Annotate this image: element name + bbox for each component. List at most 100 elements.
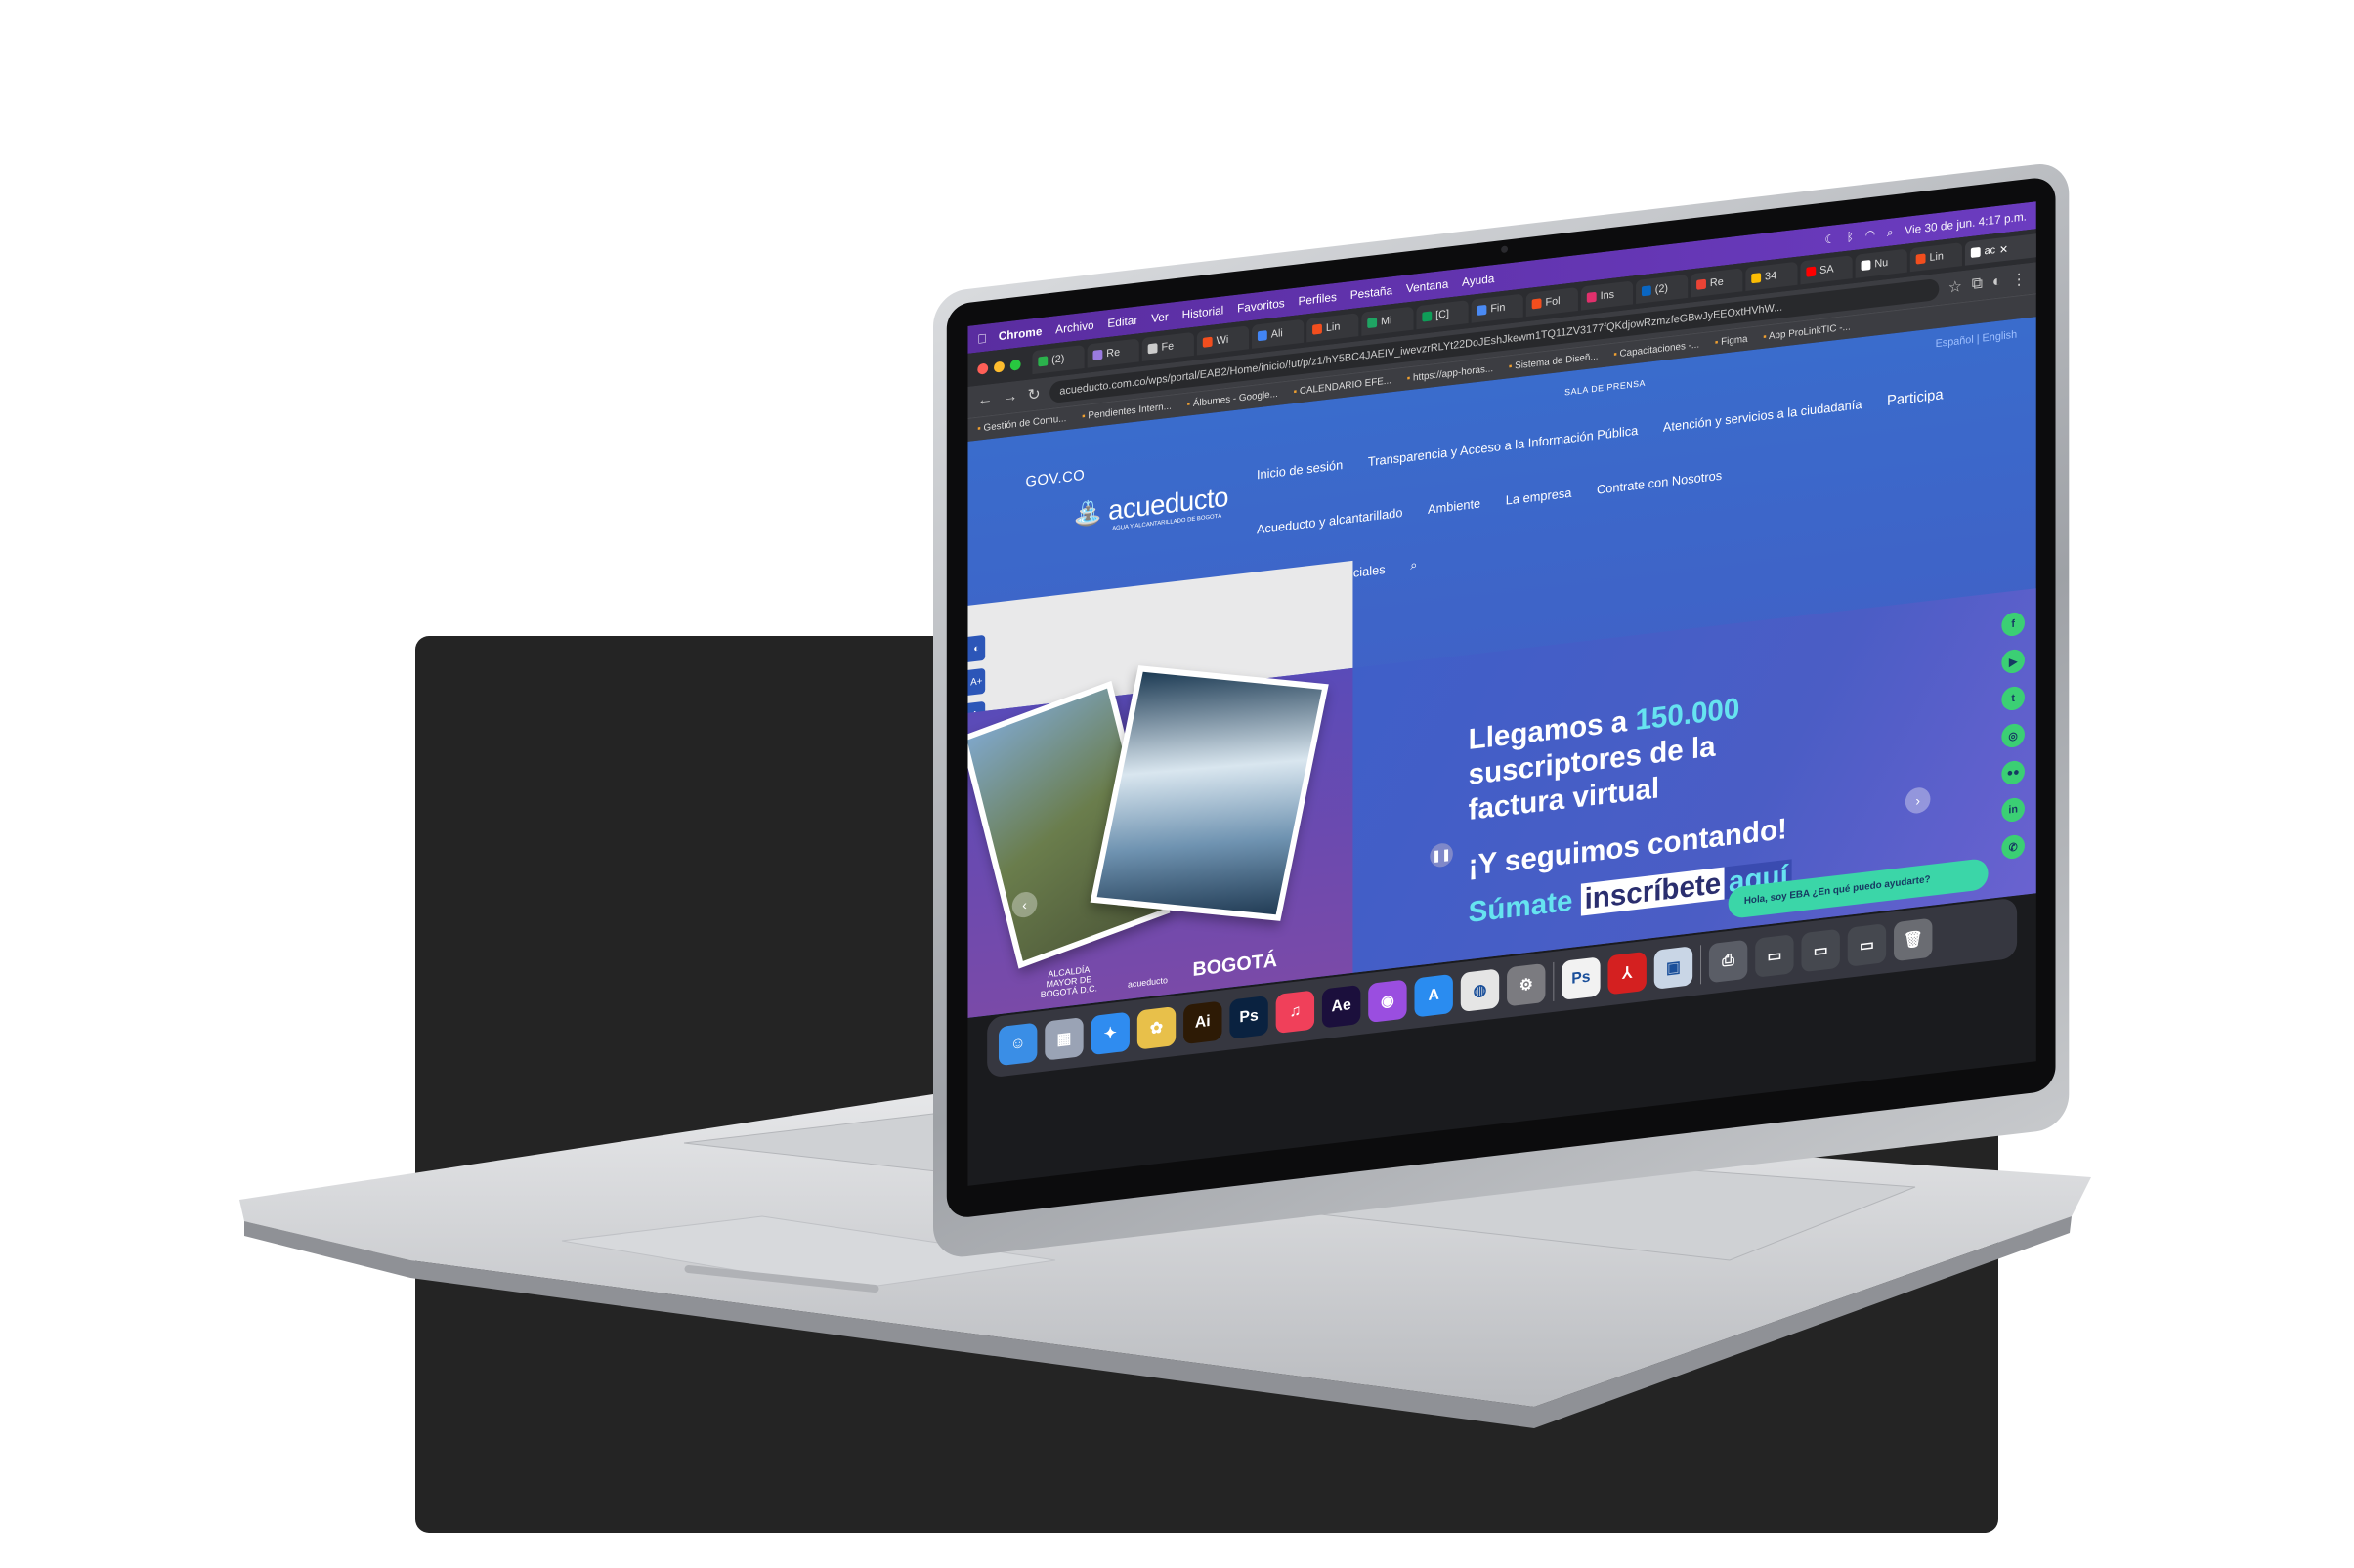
hero-highlight: 150.000 xyxy=(1635,692,1740,738)
tab[interactable]: SA xyxy=(1800,255,1853,285)
tab[interactable]: 34 xyxy=(1745,261,1798,291)
system-settings-icon[interactable]: ⚙ xyxy=(1507,962,1546,1007)
tab[interactable]: Wi xyxy=(1196,325,1250,356)
gov-co-logo[interactable]: GOV.CO xyxy=(1026,467,1086,490)
profile-avatar[interactable]: ◐ xyxy=(1992,273,2002,291)
acueducto-logo[interactable]: ⛲ acueducto AGUA Y ALCANTARILLADO DE BOG… xyxy=(1074,482,1228,532)
tab[interactable]: Re xyxy=(1691,268,1743,298)
tab-favicon-icon xyxy=(1861,259,1871,272)
podcasts-icon[interactable]: ◉ xyxy=(1368,979,1407,1024)
carousel-next-button[interactable]: › xyxy=(1905,785,1931,815)
menu-archivo[interactable]: Archivo xyxy=(1055,318,1093,337)
font-increase-icon[interactable]: A+ xyxy=(967,667,986,696)
tab[interactable]: [C] xyxy=(1416,300,1469,330)
close-window-button[interactable] xyxy=(977,361,989,375)
extensions-icon[interactable]: ⧉ xyxy=(1972,275,1983,294)
cta-inscribete: inscríbete xyxy=(1580,867,1726,916)
tab[interactable]: Lin xyxy=(1909,242,1962,273)
reload-icon[interactable]: ↻ xyxy=(1028,384,1041,405)
tab[interactable]: Re xyxy=(1087,338,1139,368)
social-links: f ▶ t ◎ ●● in ✆ xyxy=(2001,611,2025,861)
menu-editar[interactable]: Editar xyxy=(1107,314,1137,331)
tab-active[interactable]: ac ✕ xyxy=(1964,232,2036,266)
nav-contrate[interactable]: Contrate con Nosotros xyxy=(1597,468,1722,497)
tab[interactable]: Nu xyxy=(1855,248,1907,278)
menu-historial[interactable]: Historial xyxy=(1182,303,1224,321)
photoshop-icon[interactable]: Ps xyxy=(1229,995,1268,1039)
tab-favicon-icon xyxy=(1915,253,1926,265)
apple-icon[interactable]:  xyxy=(977,330,987,346)
search-icon[interactable]: ⌕ xyxy=(1410,557,1417,573)
preview-icon[interactable]: ▣ xyxy=(1653,946,1693,990)
sala-de-prensa-link[interactable]: SALA DE PRENSA xyxy=(1564,378,1646,398)
water-photo xyxy=(1090,665,1329,921)
after-effects-icon[interactable]: Ae xyxy=(1321,984,1361,1029)
flickr-icon[interactable]: ●● xyxy=(2001,759,2025,786)
laptop-lid:  Chrome Archivo Editar Ver Historial Fa… xyxy=(933,160,2070,1260)
nav-atencion[interactable]: Atención y servicios a la ciudadanía xyxy=(1663,397,1862,435)
menu-pestana[interactable]: Pestaña xyxy=(1350,283,1392,302)
forward-icon[interactable]: → xyxy=(1003,388,1018,407)
tab[interactable]: Mi xyxy=(1361,306,1414,336)
tab[interactable]: Ali xyxy=(1252,318,1305,349)
tab-favicon-icon xyxy=(1147,343,1158,355)
carousel-pause-button[interactable]: ❚❚ xyxy=(1430,841,1453,869)
finder-icon[interactable]: ☺ xyxy=(998,1022,1038,1067)
language-switcher[interactable]: Español | English xyxy=(1936,329,2018,351)
bookmark-star-icon[interactable]: ☆ xyxy=(1948,276,1962,298)
tab[interactable]: (2) xyxy=(1636,274,1689,305)
trash-icon[interactable]: 🗑 xyxy=(1894,917,1933,962)
menu-ventana[interactable]: Ventana xyxy=(1406,276,1448,295)
tab[interactable]: (2) xyxy=(1032,344,1085,375)
music-icon[interactable]: ♫ xyxy=(1275,990,1315,1035)
launchpad-icon[interactable]: ▦ xyxy=(1045,1017,1084,1061)
window-2-icon[interactable]: ▭ xyxy=(1801,928,1840,973)
menu-ayuda[interactable]: Ayuda xyxy=(1462,272,1494,289)
nav-ambiente[interactable]: Ambiente xyxy=(1428,496,1480,517)
app-store-icon[interactable]: A xyxy=(1414,973,1453,1018)
menu-chrome[interactable]: Chrome xyxy=(999,324,1043,343)
youtube-icon[interactable]: ▶ xyxy=(2001,648,2025,675)
photoshop-2-icon[interactable]: Ps xyxy=(1562,956,1601,1000)
menu-favoritos[interactable]: Favoritos xyxy=(1237,296,1285,316)
linkedin-icon[interactable]: in xyxy=(2001,796,2025,824)
spotlight-icon[interactable]: ⌕ xyxy=(1887,225,1894,240)
tab[interactable]: Fin xyxy=(1471,293,1523,323)
menu-perfiles[interactable]: Perfiles xyxy=(1298,290,1336,309)
nav-participa[interactable]: Participa xyxy=(1887,386,1943,409)
minimize-window-button[interactable] xyxy=(994,360,1005,373)
tab-favicon-icon xyxy=(1202,336,1213,348)
chrome-menu-icon[interactable]: ⋮ xyxy=(2011,269,2027,290)
screen-bezel:  Chrome Archivo Editar Ver Historial Fa… xyxy=(946,175,2056,1220)
whatsapp-icon[interactable]: ✆ xyxy=(2001,833,2025,861)
printer-icon[interactable]: ⎙ xyxy=(1708,939,1748,984)
illustrator-icon[interactable]: Ai xyxy=(1183,1000,1222,1045)
wifi-icon[interactable]: ◠ xyxy=(1865,227,1875,241)
tab[interactable]: Lin xyxy=(1306,313,1359,343)
facebook-icon[interactable]: f xyxy=(2001,611,2025,638)
window-3-icon[interactable]: ▭ xyxy=(1847,923,1887,967)
window-controls xyxy=(977,359,1021,375)
menu-ver[interactable]: Ver xyxy=(1151,310,1169,325)
nav-transparencia[interactable]: Transparencia y Acceso a la Información … xyxy=(1368,423,1638,469)
safari-icon[interactable]: ✦ xyxy=(1091,1011,1130,1056)
zoom-window-button[interactable] xyxy=(1009,359,1021,371)
chrome-icon[interactable]: ◍ xyxy=(1460,968,1500,1012)
nav-la-empresa[interactable]: La empresa xyxy=(1506,486,1572,508)
nav-inicio-sesion[interactable]: Inicio de sesión xyxy=(1257,457,1343,482)
acrobat-icon[interactable]: ⅄ xyxy=(1607,951,1647,996)
bluetooth-icon[interactable]: ᛒ xyxy=(1847,230,1854,244)
tab[interactable]: Fe xyxy=(1141,331,1194,362)
contrast-icon[interactable]: ◐ xyxy=(967,634,986,662)
back-icon[interactable]: ← xyxy=(977,391,993,410)
tab[interactable]: Ins xyxy=(1580,280,1634,311)
window-1-icon[interactable]: ▭ xyxy=(1755,934,1794,978)
photos-icon[interactable]: ✿ xyxy=(1136,1006,1177,1050)
nav-acueducto-alcantarillado[interactable]: Acueducto y alcantarillado xyxy=(1257,505,1402,536)
instagram-icon[interactable]: ◎ xyxy=(2001,722,2025,749)
close-tab-icon[interactable]: ✕ xyxy=(1999,242,2008,256)
tab[interactable]: Fol xyxy=(1525,286,1578,318)
twitter-icon[interactable]: t xyxy=(2001,685,2025,712)
moon-icon[interactable]: ☾ xyxy=(1824,232,1835,246)
bookmark-item[interactable]: Figma xyxy=(1715,334,1747,349)
